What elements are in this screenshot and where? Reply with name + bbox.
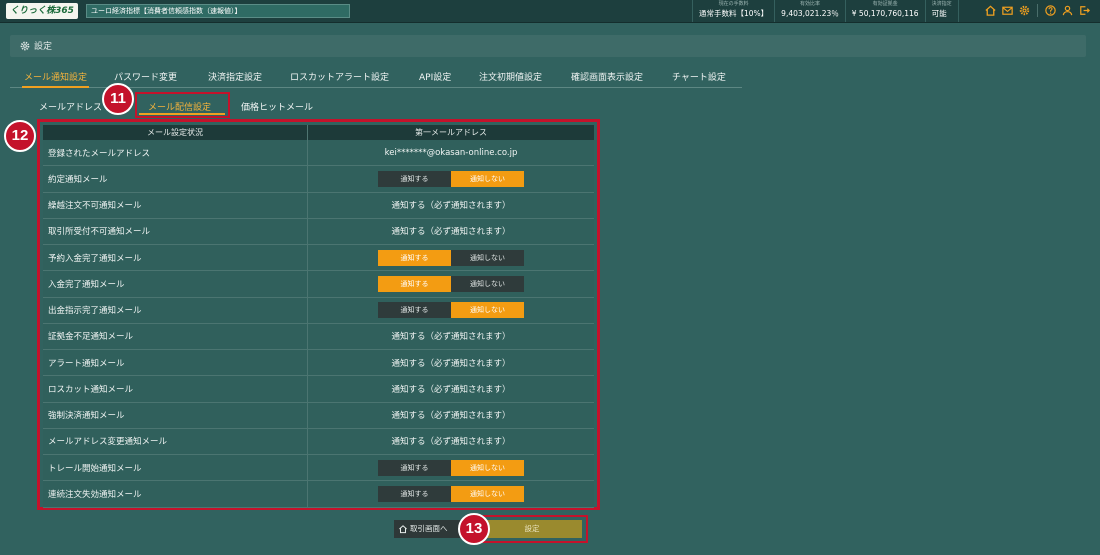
user-icon[interactable] [1061,4,1074,17]
row-label: 繰越注文不可通知メール [43,192,308,218]
home-icon [399,525,407,534]
back-button-label: 取引画面へ [410,524,448,533]
header-primary-address: 第一メールアドレス [415,128,487,137]
notify-on-button[interactable]: 通知する [378,275,451,292]
table-row: 出金指示完了通知メール 通知する 通知しない [43,297,594,324]
table-row: メールアドレス変更通知メール 通知する（必ず通知されます） [43,428,594,455]
table-row: 入金完了通知メール 通知する 通知しない [43,271,594,298]
mail-icon[interactable] [1001,4,1014,17]
news-ticker[interactable]: ユーロ経済指標【消費者信頼感指数（速報値）】 [86,4,350,18]
notify-toggle: 通知する 通知しない [378,249,524,266]
callout-box-12: メール設定状況 第一メールアドレス 登録されたメールアドレス kei******… [37,119,600,510]
logout-icon[interactable] [1078,4,1091,17]
subtab-mail-address[interactable]: メールアドレス [39,100,102,113]
toolbar-divider [1037,4,1038,17]
fixed-notify-text: 通知する（必ず通知されます） [391,358,511,369]
stat-settlement: 決済指定 可能 [926,0,959,22]
registered-email: kei*******@okasan-online.co.jp [384,147,518,158]
row-label: 出金指示完了通知メール [43,297,308,323]
notify-on-button[interactable]: 通知する [378,485,451,502]
fixed-notify-text: 通知する（必ず通知されます） [391,437,511,448]
row-label: 連続注文失効通知メール [43,481,308,507]
notify-on-button[interactable]: 通知する [378,302,451,319]
fixed-notify-text: 通知する（必ず通知されます） [391,201,511,212]
tab-confirm-display[interactable]: 確認画面表示設定 [571,70,643,83]
fixed-notify-text: 通知する（必ず通知されます） [391,384,511,395]
notify-off-button[interactable]: 通知しない [451,170,524,187]
account-stats: 現在の手数料 通常手数料【10%】 有効比率 9,403,021.23％ 有効証… [692,0,959,22]
notify-off-button[interactable]: 通知しない [451,485,524,502]
table-row: 約定通知メール 通知する 通知しない [43,166,594,193]
tab-password-change[interactable]: パスワード変更 [114,70,177,83]
fixed-notify-text: 通知する（必ず通知されます） [391,411,511,422]
header-setting-status: メール設定状況 [43,125,308,140]
notify-on-button[interactable]: 通知する [378,170,451,187]
tab-chart-setting[interactable]: チャート設定 [672,70,726,83]
stat-commission: 現在の手数料 通常手数料【10%】 [693,0,776,22]
help-icon[interactable] [1044,4,1057,17]
page-title: 設定 [34,42,53,52]
toolbar-icons [984,4,1091,17]
table-row: トレール開始通知メール 通知する 通知しない [43,455,594,482]
tab-order-defaults[interactable]: 注文初期値設定 [479,70,542,83]
table-row: 繰越注文不可通知メール 通知する（必ず通知されます） [43,192,594,219]
row-label: アラート通知メール [43,350,308,376]
notify-toggle: 通知する 通知しない [378,459,524,476]
tab-losscut-alert[interactable]: ロスカットアラート設定 [290,70,389,83]
gear-icon [20,41,30,51]
row-label: 取引所受付不可通知メール [43,218,308,244]
fixed-notify-text: 通知する（必ず通知されます） [391,332,511,343]
table-row: 強制決済通知メール 通知する（必ず通知されます） [43,402,594,429]
table-header: メール設定状況 第一メールアドレス [43,125,594,140]
stat-effective-ratio: 有効比率 9,403,021.23％ [775,0,846,22]
table-row: アラート通知メール 通知する（必ず通知されます） [43,350,594,377]
notify-toggle: 通知する 通知しない [378,275,524,292]
table-row: 証拠金不足通知メール 通知する（必ず通知されます） [43,323,594,350]
notify-toggle: 通知する 通知しない [378,485,524,502]
tab-settlement-setting[interactable]: 決済指定設定 [208,70,262,83]
notify-on-button[interactable]: 通知する [378,249,451,266]
callout-badge-12: 12 [4,120,36,152]
notify-off-button[interactable]: 通知しない [451,249,524,266]
row-label: 入金完了通知メール [43,271,308,297]
callout-badge-11: 11 [102,83,134,115]
fixed-notify-text: 通知する（必ず通知されます） [391,227,511,238]
notify-off-button[interactable]: 通知しない [451,302,524,319]
tab-api-setting[interactable]: API設定 [419,70,451,83]
notify-toggle: 通知する 通知しない [378,170,524,187]
settings-header: 設定 [10,35,1086,57]
row-label: 予約入金完了通知メール [43,245,308,271]
row-label: 強制決済通知メール [43,402,308,428]
callout-box-13 [476,515,588,543]
callout-badge-13: 13 [458,513,490,545]
notify-toggle: 通知する 通知しない [378,302,524,319]
row-label: トレール開始通知メール [43,455,308,481]
app-logo: くりっく株365 [6,3,78,19]
row-label: メールアドレス変更通知メール [43,428,308,454]
notify-on-button[interactable]: 通知する [378,459,451,476]
table-row: 予約入金完了通知メール 通知する 通知しない [43,245,594,272]
row-label: ロスカット通知メール [43,376,308,402]
top-bar: くりっく株365 ユーロ経済指標【消費者信頼感指数（速報値）】 現在の手数料 通… [0,0,1100,23]
subtab-price-hit-mail[interactable]: 価格ヒットメール [241,100,313,113]
callout-box-11 [135,92,230,118]
table-row: ロスカット通知メール 通知する（必ず通知されます） [43,376,594,403]
row-label: 約定通知メール [43,166,308,192]
tab-mail-notification[interactable]: メール通知設定 [21,70,90,88]
gear-icon[interactable] [1018,4,1031,17]
table-row: 取引所受付不可通知メール 通知する（必ず通知されます） [43,218,594,245]
home-icon[interactable] [984,4,997,17]
row-label: 登録されたメールアドレス [43,140,308,166]
row-label: 証拠金不足通知メール [43,323,308,349]
notify-off-button[interactable]: 通知しない [451,275,524,292]
stat-effective-margin: 有効証拠金 ¥ 50,170,760,116 [846,0,926,22]
mail-settings-table: メール設定状況 第一メールアドレス 登録されたメールアドレス kei******… [43,125,594,508]
notify-off-button[interactable]: 通知しない [451,459,524,476]
table-row: 登録されたメールアドレス kei*******@okasan-online.co… [43,140,594,167]
table-row: 連続注文失効通知メール 通知する 通知しない [43,481,594,508]
